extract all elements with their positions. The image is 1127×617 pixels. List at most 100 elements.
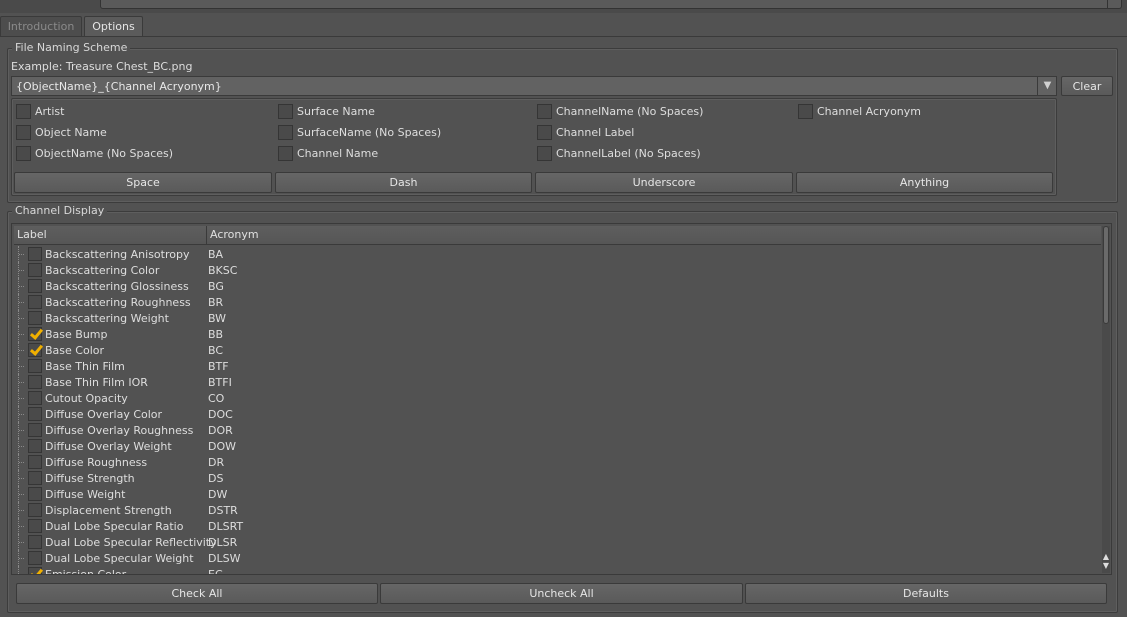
- naming-checkbox-label[interactable]: Object Name: [35, 126, 107, 139]
- execute-script-button[interactable]: [100, 0, 1122, 9]
- naming-checkbox[interactable]: [16, 104, 31, 119]
- naming-checkbox-label[interactable]: Channel Acryonym: [817, 105, 921, 118]
- table-row[interactable]: Base Bump BB: [16, 326, 1101, 342]
- dropdown-arrow-icon[interactable]: ▼: [1037, 77, 1057, 95]
- row-checkbox[interactable]: [28, 311, 42, 325]
- defaults-button[interactable]: Defaults: [745, 583, 1107, 604]
- naming-checkbox[interactable]: [537, 125, 552, 140]
- tab-options[interactable]: Options: [84, 16, 143, 36]
- tree-branch-icon: [18, 310, 24, 326]
- tree-branch-icon: [18, 566, 24, 574]
- table-row[interactable]: Diffuse Weight DW: [16, 486, 1101, 502]
- uncheck-all-button[interactable]: Uncheck All: [380, 583, 743, 604]
- row-label: Diffuse Weight: [45, 488, 126, 501]
- tab-introduction[interactable]: Introduction: [0, 16, 82, 36]
- anything-button[interactable]: Anything: [796, 172, 1053, 193]
- dash-button[interactable]: Dash: [275, 172, 532, 193]
- table-row[interactable]: Diffuse Overlay Roughness DOR: [16, 422, 1101, 438]
- naming-checkbox[interactable]: [278, 125, 293, 140]
- row-checkbox[interactable]: [28, 263, 42, 277]
- row-checkbox[interactable]: [28, 487, 42, 501]
- table-row[interactable]: Base Color BC: [16, 342, 1101, 358]
- scrollbar-thumb[interactable]: [1103, 226, 1109, 324]
- underscore-button[interactable]: Underscore: [535, 172, 793, 193]
- checkmark-icon[interactable]: [28, 343, 42, 357]
- naming-checkbox[interactable]: [16, 146, 31, 161]
- row-checkbox[interactable]: [28, 455, 42, 469]
- tree-branch-icon: [18, 246, 24, 262]
- example-text: Example: Treasure Chest_BC.png: [11, 60, 193, 73]
- checkmark-icon[interactable]: [28, 567, 42, 574]
- tree-branch-icon: [18, 294, 24, 310]
- table-row[interactable]: Cutout Opacity CO: [16, 390, 1101, 406]
- naming-checkbox-label[interactable]: ChannelName (No Spaces): [556, 105, 703, 118]
- checkmark-icon[interactable]: [28, 327, 42, 341]
- table-row[interactable]: Backscattering Anisotropy BA: [16, 246, 1101, 262]
- table-row[interactable]: Diffuse Overlay Color DOC: [16, 406, 1101, 422]
- row-checkbox[interactable]: [28, 471, 42, 485]
- row-checkbox[interactable]: [28, 391, 42, 405]
- row-checkbox[interactable]: [28, 503, 42, 517]
- table-row[interactable]: Backscattering Color BKSC: [16, 262, 1101, 278]
- clear-button[interactable]: Clear: [1061, 76, 1113, 96]
- row-checkbox[interactable]: [28, 407, 42, 421]
- tree-branch-icon: [18, 454, 24, 470]
- naming-checkbox-label[interactable]: ChannelLabel (No Spaces): [556, 147, 701, 160]
- table-row[interactable]: Dual Lobe Specular Weight DLSW: [16, 550, 1101, 566]
- naming-checkbox[interactable]: [278, 104, 293, 119]
- scroll-arrows-icon[interactable]: ▲ ▼: [1102, 552, 1110, 572]
- table-row[interactable]: Emission Color EC: [16, 566, 1101, 574]
- table-row[interactable]: Backscattering Roughness BR: [16, 294, 1101, 310]
- naming-checkbox[interactable]: [16, 125, 31, 140]
- tree-branch-icon: [18, 534, 24, 550]
- row-checkbox[interactable]: [28, 359, 42, 373]
- naming-checkbox[interactable]: [798, 104, 813, 119]
- channel-table: Label Acronym Backscattering Anisotropy B…: [11, 223, 1112, 575]
- table-row[interactable]: Backscattering Glossiness BG: [16, 278, 1101, 294]
- table-row[interactable]: Base Thin Film IOR BTFI: [16, 374, 1101, 390]
- table-row[interactable]: Backscattering Weight BW: [16, 310, 1101, 326]
- row-checkbox[interactable]: [28, 423, 42, 437]
- row-checkbox[interactable]: [28, 247, 42, 261]
- table-row[interactable]: Dual Lobe Specular Ratio DLSRT: [16, 518, 1101, 534]
- table-header: Label Acronym: [14, 226, 1101, 245]
- row-checkbox[interactable]: [28, 519, 42, 533]
- column-header-acronym[interactable]: Acronym: [207, 226, 1101, 244]
- tree-branch-icon: [18, 550, 24, 566]
- row-checkbox[interactable]: [28, 535, 42, 549]
- naming-checkbox-label[interactable]: Artist: [35, 105, 64, 118]
- tree-branch-icon: [18, 262, 24, 278]
- column-header-label[interactable]: Label: [14, 226, 207, 244]
- chevron-down-icon[interactable]: [1107, 0, 1119, 8]
- naming-checkbox-label[interactable]: SurfaceName (No Spaces): [297, 126, 441, 139]
- naming-checkbox[interactable]: [537, 146, 552, 161]
- row-acronym: BKSC: [208, 264, 238, 277]
- naming-checkbox[interactable]: [537, 104, 552, 119]
- table-row[interactable]: Diffuse Strength DS: [16, 470, 1101, 486]
- row-acronym: BR: [208, 296, 224, 309]
- table-row[interactable]: Base Thin Film BTF: [16, 358, 1101, 374]
- naming-checkbox[interactable]: [278, 146, 293, 161]
- naming-checkbox-label[interactable]: Channel Name: [297, 147, 378, 160]
- row-checkbox[interactable]: [28, 375, 42, 389]
- table-row[interactable]: Diffuse Overlay Weight DOW: [16, 438, 1101, 454]
- vertical-scrollbar[interactable]: ▲ ▼: [1102, 226, 1110, 573]
- row-acronym: DOC: [208, 408, 233, 421]
- table-row[interactable]: Dual Lobe Specular Reflectivity DLSR: [16, 534, 1101, 550]
- check-all-button[interactable]: Check All: [16, 583, 378, 604]
- row-checkbox[interactable]: [28, 295, 42, 309]
- table-row[interactable]: Diffuse Roughness DR: [16, 454, 1101, 470]
- table-row[interactable]: Displacement Strength DSTR: [16, 502, 1101, 518]
- row-label: Cutout Opacity: [45, 392, 128, 405]
- naming-checkbox-label[interactable]: Surface Name: [297, 105, 375, 118]
- row-label: Base Color: [45, 344, 105, 357]
- naming-scheme-dropdown[interactable]: {ObjectName}_{Channel Acryonym} ▼: [11, 76, 1057, 96]
- naming-checkbox-label[interactable]: ObjectName (No Spaces): [35, 147, 173, 160]
- space-button[interactable]: Space: [14, 172, 272, 193]
- row-checkbox[interactable]: [28, 551, 42, 565]
- tree-branch-icon: [18, 390, 24, 406]
- row-acronym: DR: [208, 456, 225, 469]
- naming-checkbox-label[interactable]: Channel Label: [556, 126, 634, 139]
- row-checkbox[interactable]: [28, 439, 42, 453]
- row-checkbox[interactable]: [28, 279, 42, 293]
